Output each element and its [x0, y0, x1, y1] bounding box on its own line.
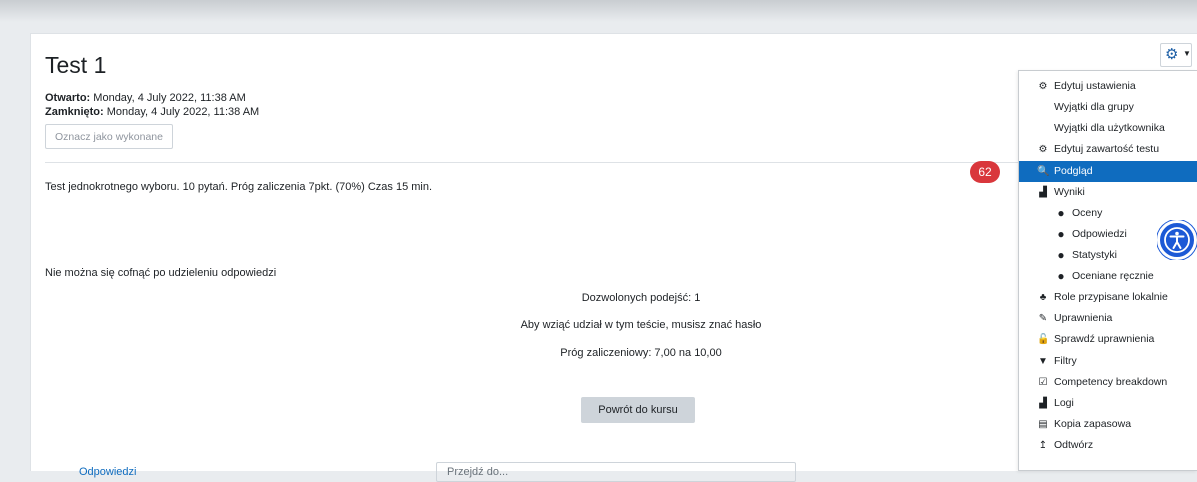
accessibility-figure-icon	[1164, 227, 1190, 253]
closed-value: Monday, 4 July 2022, 11:38 AM	[103, 106, 260, 118]
bullet-icon: ●	[1057, 269, 1065, 283]
menu-item-label: Wyjątki dla grupy	[1054, 101, 1134, 113]
divider	[45, 162, 1175, 163]
bullet-icon: ●	[1057, 227, 1065, 241]
password-required-text: Aby wziąć udział w tym teście, musisz zn…	[520, 319, 762, 331]
edit-icon: ✎	[1038, 313, 1048, 324]
menu-item-label: Uprawnienia	[1054, 312, 1113, 324]
menu-item-podgląd[interactable]: 🔍 Podgląd	[1019, 161, 1197, 182]
menu-item-label: Edytuj ustawienia	[1054, 80, 1136, 92]
menu-item-label: Sprawdź uprawnienia	[1054, 333, 1155, 345]
unlock-icon: 🔓	[1037, 334, 1050, 345]
magnifier-icon: 🔍	[1037, 166, 1050, 177]
menu-item-label: Podgląd	[1054, 165, 1093, 177]
mark-as-done-button[interactable]: Oznacz jako wykonane	[45, 124, 173, 149]
quiz-intro-line1: Test jednokrotnego wyboru. 10 pytań. Pró…	[45, 181, 433, 193]
jump-to-select[interactable]: Przejdź do...	[436, 462, 796, 482]
opened-date-row: Otwarto: Monday, 4 July 2022, 11:38 AM	[45, 91, 259, 105]
menu-item-filtry[interactable]: ▼ Filtry	[1019, 351, 1197, 372]
users-icon: ♣	[1039, 292, 1047, 303]
page-title: Test 1	[45, 52, 107, 78]
bottom-link-partial[interactable]: Odpowiedzi	[79, 466, 136, 478]
menu-item-sprawdź-uprawnienia[interactable]: 🔓 Sprawdź uprawnienia	[1019, 329, 1197, 350]
accessibility-widget-button[interactable]	[1157, 220, 1197, 260]
opened-value: Monday, 4 July 2022, 11:38 AM	[90, 92, 246, 104]
menu-item-logi[interactable]: ▟ Logi	[1019, 393, 1197, 414]
menu-item-label: Filtry	[1054, 355, 1077, 367]
menu-item-label: Statystyki	[1072, 249, 1117, 261]
quiz-dates: Otwarto: Monday, 4 July 2022, 11:38 AM Z…	[45, 91, 259, 119]
menu-item-wyniki[interactable]: ▟ Wyniki	[1019, 182, 1197, 203]
bullet-icon: ●	[1057, 248, 1065, 262]
menu-item-label: Oceniane ręcznie	[1072, 270, 1154, 282]
menu-item-edytuj-ustawienia[interactable]: ⚙ Edytuj ustawienia	[1019, 76, 1197, 97]
closed-label: Zamknięto:	[45, 106, 104, 118]
menu-item-edytuj-zawartość-testu[interactable]: ⚙ Edytuj zawartość testu	[1019, 139, 1197, 160]
chart-area-icon: ▟	[1039, 398, 1047, 409]
menu-item-competency-breakdown[interactable]: ☑ Competency breakdown	[1019, 372, 1197, 393]
quiz-intro-line2: Nie można się cofnąć po udzieleniu odpow…	[45, 267, 277, 279]
menu-item-odtwórz[interactable]: ↥ Odtwórz	[1019, 435, 1197, 456]
menu-item-label: Odpowiedzi	[1072, 228, 1127, 240]
notification-badge: 62	[970, 161, 1000, 183]
file-icon: ▤	[1038, 419, 1048, 430]
check-square-icon: ☑	[1038, 377, 1048, 388]
menu-item-kopia-zapasowa[interactable]: ▤ Kopia zapasowa	[1019, 414, 1197, 435]
chevron-down-icon: ▼	[1183, 49, 1191, 58]
closed-date-row: Zamknięto: Monday, 4 July 2022, 11:38 AM	[45, 105, 259, 119]
menu-item-role-przypisane-lokalnie[interactable]: ♣ Role przypisane lokalnie	[1019, 287, 1197, 308]
menu-item-label: Wyjątki dla użytkownika	[1054, 122, 1165, 134]
attempts-allowed-text: Dozwolonych podejść: 1	[581, 292, 701, 304]
gear-icon: ⚙	[1165, 46, 1179, 63]
menu-item-oceniane-ręcznie[interactable]: ● Oceniane ręcznie	[1019, 266, 1197, 287]
chart-area-icon: ▟	[1039, 187, 1047, 198]
back-to-course-button[interactable]: Powrót do kursu	[581, 397, 695, 423]
menu-item-label: Wyniki	[1054, 186, 1085, 198]
menu-item-wyjątki-dla-grupy[interactable]: Wyjątki dla grupy	[1019, 97, 1197, 118]
menu-item-label: Competency breakdown	[1054, 376, 1168, 388]
gear-icon: ⚙	[1038, 144, 1048, 155]
actions-dropdown-menu: ⚙ Edytuj ustawienia Wyjątki dla grupy Wyjąt…	[1018, 70, 1197, 471]
upload-icon: ↥	[1038, 440, 1048, 451]
menu-item-uprawnienia[interactable]: ✎ Uprawnienia	[1019, 308, 1197, 329]
menu-item-label: Kopia zapasowa	[1054, 418, 1132, 430]
browser-top-shadow	[0, 0, 1197, 22]
menu-item-label: Role przypisane lokalnie	[1054, 291, 1168, 303]
menu-item-label: Oceny	[1072, 207, 1103, 219]
menu-item-label: Odtwórz	[1054, 439, 1094, 451]
menu-item-wyjątki-dla-użytkownika[interactable]: Wyjątki dla użytkownika	[1019, 118, 1197, 139]
menu-item-label: Edytuj zawartość testu	[1054, 143, 1160, 155]
actions-menu-button[interactable]: ⚙ ▼	[1160, 43, 1192, 67]
opened-label: Otwarto:	[45, 92, 91, 104]
bullet-icon: ●	[1057, 206, 1065, 220]
filter-icon: ▼	[1038, 356, 1048, 367]
grade-to-pass-text: Próg zaliczeniowy: 7,00 na 10,00	[560, 347, 722, 359]
menu-item-label: Logi	[1054, 397, 1074, 409]
gear-icon: ⚙	[1038, 81, 1048, 92]
